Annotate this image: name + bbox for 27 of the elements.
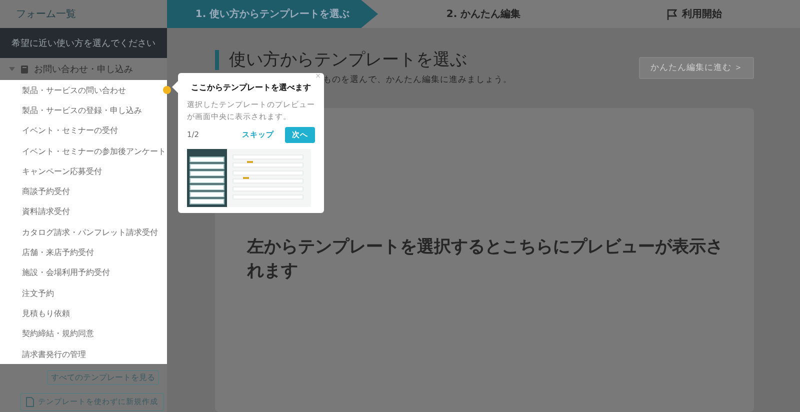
template-item[interactable]: イベント・セミナーの受付 <box>0 120 167 141</box>
flag-icon <box>667 8 677 20</box>
book-icon <box>20 64 29 74</box>
template-item[interactable]: 請求書発行の管理 <box>0 344 167 364</box>
template-item[interactable]: カタログ請求・パンフレット請求受付 <box>0 222 167 242</box>
preview-message: 左からテンプレートを選択するとこちらにプレビューが表示されます <box>247 236 724 284</box>
document-icon <box>26 397 34 408</box>
template-item[interactable]: 施設・会場利用予約受付 <box>0 262 167 283</box>
progress-step: 2. かんたん編集 <box>378 0 589 28</box>
template-item[interactable]: 見積もり依頼 <box>0 303 167 324</box>
template-item[interactable]: 契約締結・規約同意 <box>0 324 167 344</box>
category-row[interactable]: お問い合わせ・申し込み <box>0 58 167 80</box>
prompt-banner: 希望に近い使い方を選んでください <box>0 28 167 58</box>
expand-triangle-icon <box>9 66 15 72</box>
template-item[interactable]: キャンペーン応募受付 <box>0 161 167 182</box>
template-item[interactable]: イベント・セミナーの参加後アンケート <box>0 140 167 162</box>
category-label: お問い合わせ・申し込み <box>34 64 133 76</box>
template-item[interactable]: 資料請求受付 <box>0 202 167 222</box>
template-item[interactable]: 注文予約 <box>0 282 167 304</box>
progress-step: 利用開始 <box>589 0 800 28</box>
progress-step: 1. 使い方からテンプレートを選ぶ <box>167 0 378 28</box>
template-item[interactable]: 商談予約受付 <box>0 181 167 202</box>
template-item[interactable]: 店舗・来店予約受付 <box>0 242 167 263</box>
template-item[interactable]: 製品・サービスの問い合わせ <box>0 80 167 100</box>
page-subtitle: ものを選んで、かんたん編集に進みましょう。 <box>323 74 512 86</box>
popover-title: ここからテンプレートを選べます <box>190 83 312 94</box>
template-item[interactable]: 製品・サービスの登録・申し込み <box>0 100 167 121</box>
